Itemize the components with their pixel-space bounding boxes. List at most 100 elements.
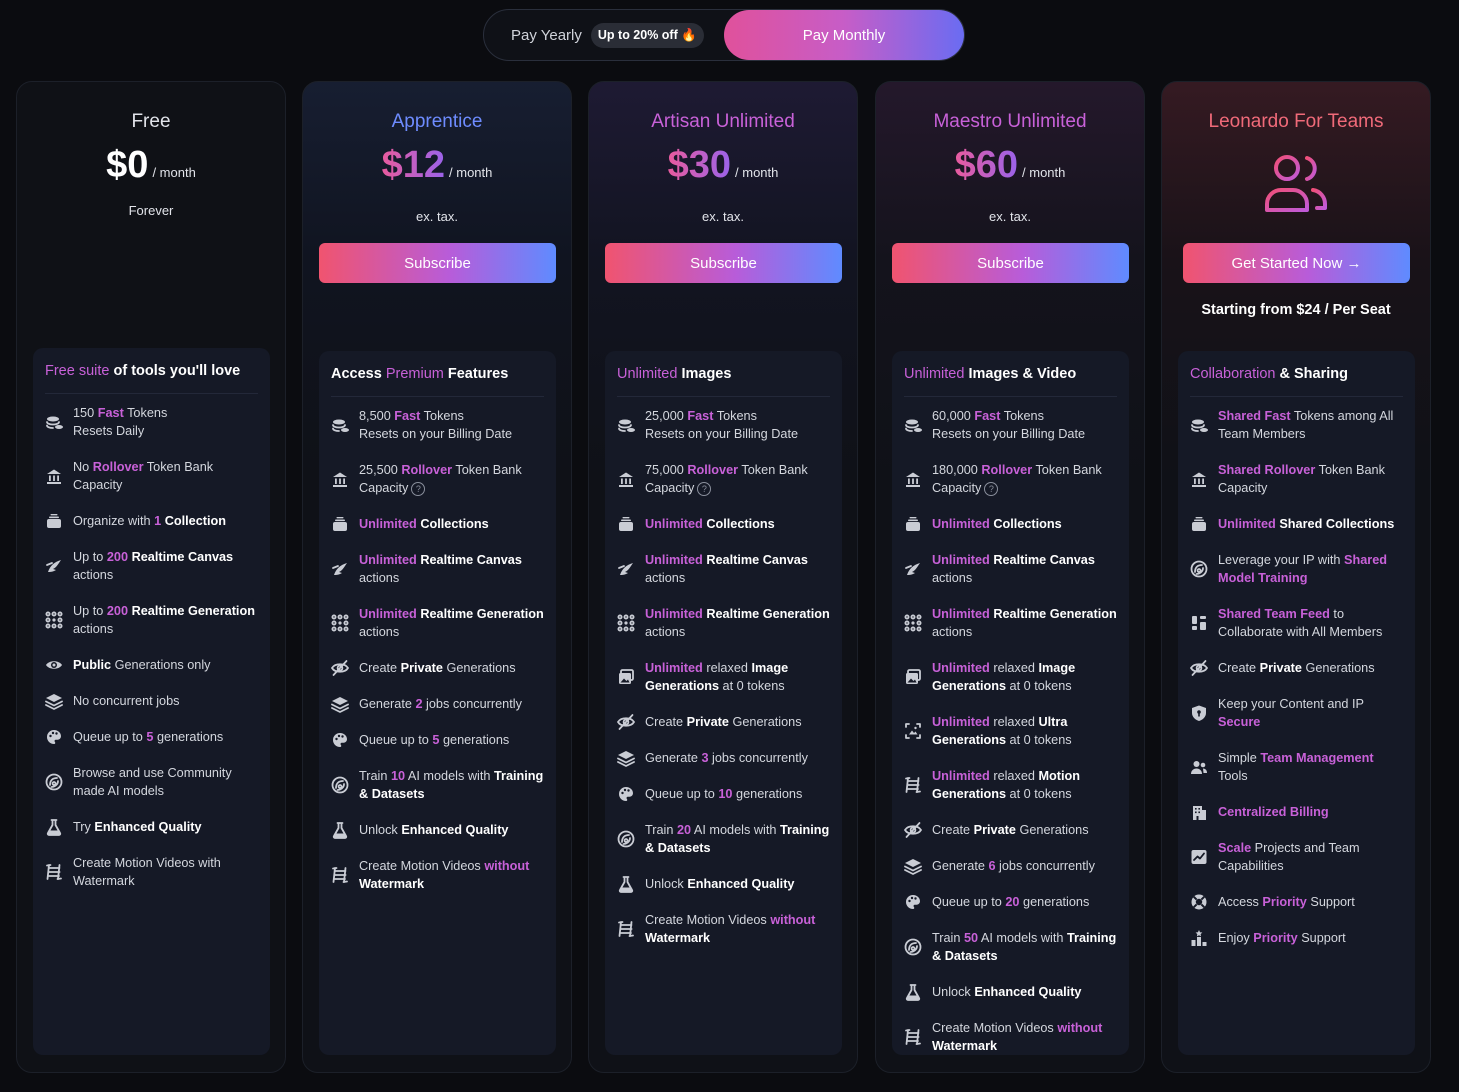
title-highlight: Premium <box>385 366 444 382</box>
feature-text: 25,500 <box>359 463 402 477</box>
feature-label: Create Motion Videos without Watermark <box>932 1019 1102 1055</box>
feature-text: Tokens <box>123 406 168 420</box>
feature-item: Unlimited Realtime Canvas actions <box>319 551 556 587</box>
private-icon <box>1190 659 1208 677</box>
feature-text: to <box>1329 607 1344 621</box>
feature-list: 60,000 Fast Tokens Resets on your Billing… <box>892 397 1129 1055</box>
layers-icon <box>617 749 635 767</box>
feature-text: Tokens among All <box>1290 409 1394 423</box>
title-highlight: Unlimited <box>904 366 965 382</box>
feature-text: No <box>73 460 93 474</box>
palette-icon <box>45 728 63 746</box>
feature-highlight: Unlimited <box>1218 517 1276 531</box>
feature-highlight: 6 <box>988 859 996 873</box>
feature-label: Unlimited Collections <box>645 515 775 533</box>
realtime-gen-icon <box>331 614 349 632</box>
feed-icon <box>1190 614 1208 632</box>
feature-highlight: 20 <box>676 823 692 837</box>
feature-item: Train 50 AI models with Training & Datase… <box>892 929 1129 965</box>
realtime-gen-icon <box>45 611 63 629</box>
feature-bold-text: Private <box>1259 661 1302 675</box>
pay-yearly-option[interactable]: Pay Yearly Up to 20% off 🔥 <box>484 10 724 60</box>
feature-text: Projects and Team <box>1251 841 1360 855</box>
feature-list: Shared Fast Tokens among All Team Members… <box>1178 397 1415 947</box>
feature-label: Unlimited Realtime Canvas actions <box>359 551 522 587</box>
feature-text: actions <box>73 622 114 636</box>
feature-label: Unlimited Shared Collections <box>1218 515 1394 533</box>
feature-text: actions <box>932 571 973 585</box>
bank-icon <box>331 470 349 488</box>
feature-bold-text: Collections <box>420 517 489 531</box>
feature-item: Access Priority Support <box>1178 893 1415 911</box>
tokens-icon <box>1190 416 1208 434</box>
features-panel: Collaboration & Sharing Shared Fast Toke… <box>1178 351 1415 1055</box>
feature-text: Create Motion Videos <box>645 913 771 927</box>
price-amount: $30 <box>667 144 732 186</box>
feature-text: Up to <box>73 604 107 618</box>
feature-text: Features <box>443 366 509 382</box>
feature-label: 150 Fast Tokens Resets Daily <box>73 404 167 440</box>
feature-bold-text: Training <box>493 769 544 783</box>
plan-name: Artisan Unlimited <box>651 111 795 132</box>
subscribe-button[interactable]: Subscribe <box>605 243 842 283</box>
feature-item: Generate 3 jobs concurrently <box>605 749 842 767</box>
feature-bold-text: Private <box>686 715 729 729</box>
feature-highlight: Scale <box>1218 841 1252 855</box>
feature-text: 75,000 <box>645 463 688 477</box>
feature-bold-text: Generations <box>645 679 720 693</box>
model-icon <box>1190 560 1208 578</box>
feature-label: Unlock Enhanced Quality <box>932 983 1081 1001</box>
feature-item: Unlock Enhanced Quality <box>605 875 842 893</box>
feature-text: Capacity <box>359 481 409 495</box>
canvas-icon <box>331 560 349 578</box>
feature-label: Generate 3 jobs concurrently <box>645 749 808 767</box>
feature-label: Centralized Billing <box>1218 803 1329 821</box>
plan-subtitle: Forever <box>128 203 174 218</box>
feature-item: Browse and use Community made AI models <box>33 764 270 800</box>
feature-label: Unlimited Collections <box>932 515 1062 533</box>
help-icon[interactable]: ? <box>697 481 712 496</box>
title-highlight: Free suite <box>45 363 110 379</box>
subscribe-button[interactable]: Subscribe <box>319 243 556 283</box>
help-icon[interactable]: ? <box>984 481 999 496</box>
feature-text: at 0 tokens <box>1006 733 1072 747</box>
price-period: / month <box>152 165 196 180</box>
feature-text: Generations <box>442 661 516 675</box>
feature-item: Up to 200 Realtime Generation actions <box>33 602 270 638</box>
feature-text: Tokens <box>1000 409 1044 423</box>
feature-text: Access <box>331 366 386 382</box>
feature-bold-text: & Datasets <box>359 787 425 801</box>
pay-monthly-option[interactable]: Pay Monthly <box>724 10 964 60</box>
feature-item: Unlimited relaxed Image Generations at 0 … <box>892 659 1129 695</box>
feature-text: AI models with <box>405 769 494 783</box>
feature-text: Capabilities <box>1218 859 1284 873</box>
billing-toggle[interactable]: Pay Yearly Up to 20% off 🔥 Pay Monthly <box>483 9 965 61</box>
feature-item: Shared Team Feed to Collaborate with All … <box>1178 605 1415 641</box>
feature-item: Generate 2 jobs concurrently <box>319 695 556 713</box>
feature-text: Queue up to <box>359 733 433 747</box>
collection-icon <box>45 512 63 530</box>
feature-text: Token Bank <box>1315 463 1385 477</box>
feature-label: 25,500 Rollover Token Bank Capacity? <box>359 461 522 497</box>
feature-item: Create Motion Videos with Watermark <box>33 854 270 890</box>
users-icon <box>1263 152 1331 219</box>
feature-label: Queue up to 20 generations <box>932 893 1089 911</box>
feature-item: 25,000 Fast Tokens Resets on your Billing… <box>605 407 842 443</box>
help-icon[interactable]: ? <box>411 481 426 496</box>
feature-text: Generate <box>359 697 416 711</box>
feature-text: Queue up to <box>73 730 147 744</box>
feature-highlight: Unlimited <box>932 661 990 675</box>
feature-text: AI models with <box>978 931 1067 945</box>
get-started-button[interactable]: Get Started Now → <box>1183 243 1410 283</box>
plan-card-free: Free $0/ month Forever Free suite of too… <box>16 81 286 1073</box>
price-amount: $0 <box>106 144 149 186</box>
feature-bold-text: Image <box>1038 661 1076 675</box>
feature-bold-text: Private <box>973 823 1016 837</box>
feature-label: Enjoy Priority Support <box>1218 929 1346 947</box>
feature-highlight: 10 <box>718 787 733 801</box>
plan-subtitle: ex. tax. <box>702 209 744 224</box>
flask-icon <box>331 821 349 839</box>
feature-text: Generations <box>728 715 802 729</box>
feature-bold-text: Motion <box>1038 769 1081 783</box>
subscribe-button[interactable]: Subscribe <box>892 243 1129 283</box>
